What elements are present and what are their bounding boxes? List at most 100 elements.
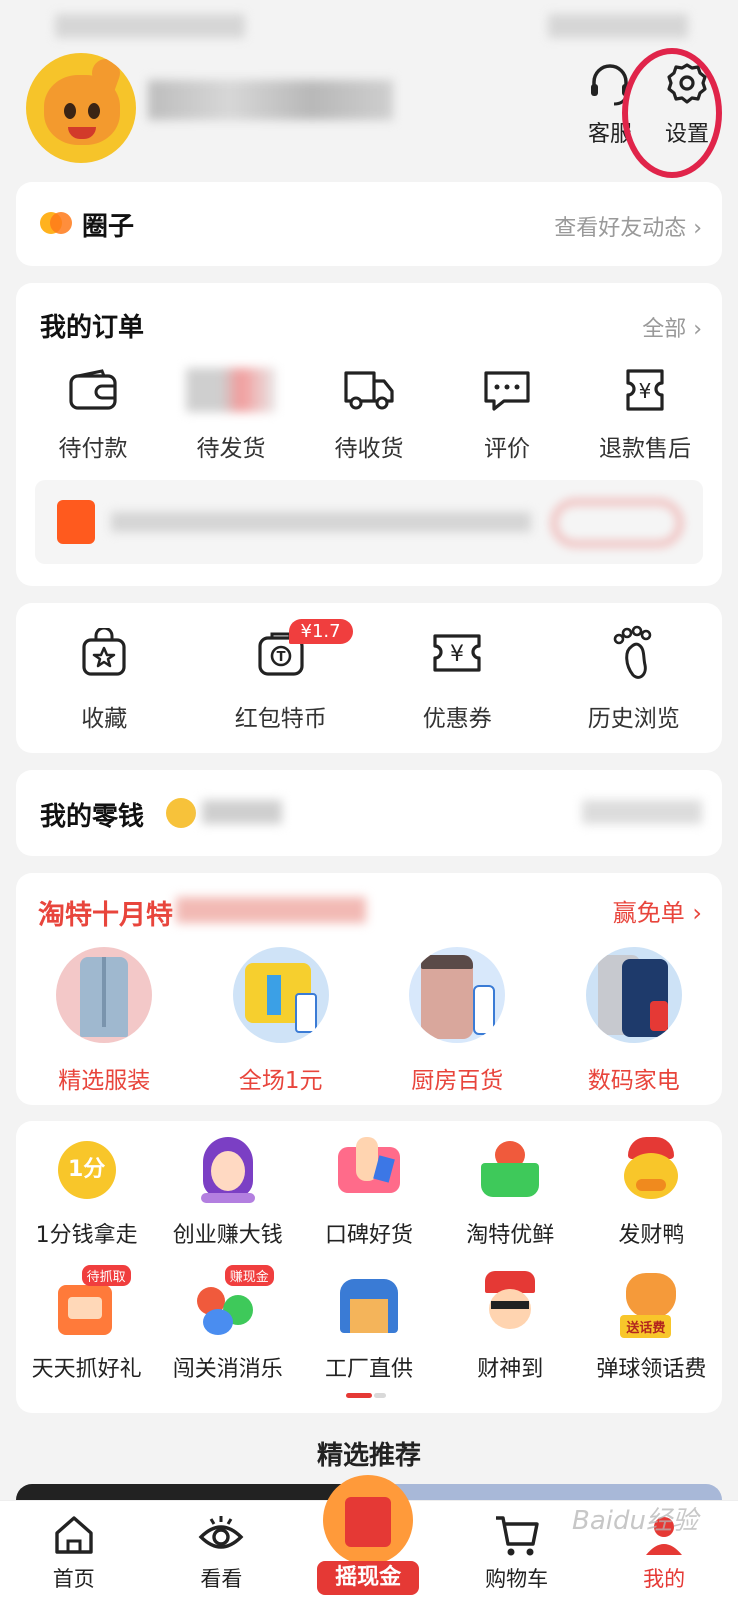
jacket-image — [56, 947, 153, 1043]
cart-icon — [495, 1516, 539, 1556]
baidu-watermark: Baidu经验 — [572, 1506, 698, 1536]
history-button[interactable]: 历史浏览 — [546, 625, 723, 733]
svg-text:T: T — [276, 650, 285, 665]
username-blurred — [148, 80, 393, 120]
activity-fresh[interactable]: 淘特优鲜 — [440, 1137, 581, 1249]
activity-fortune-god[interactable]: 财神到 — [440, 1271, 581, 1383]
svg-text:¥: ¥ — [450, 642, 464, 667]
phone-image — [585, 947, 682, 1043]
order-pending-receipt[interactable]: 待收货 — [300, 365, 438, 463]
orders-all-link[interactable]: 全部 › — [642, 311, 702, 343]
activity-factory-direct[interactable]: 工厂直供 — [298, 1271, 439, 1383]
wallet-right-blurred[interactable] — [582, 800, 702, 824]
order-pending-shipment[interactable]: 待发货 — [162, 365, 300, 463]
promo-title-blurred — [176, 897, 366, 923]
activity-pinball-label: 弹球领话费 — [596, 1357, 707, 1382]
pager-dot — [374, 1393, 386, 1398]
order-pending-payment-label: 待付款 — [58, 436, 128, 462]
wallet-card[interactable]: 我的零钱 — [16, 770, 722, 856]
tab-shake-cash[interactable]: 摇现金 — [295, 1475, 443, 1600]
footprint-icon — [613, 625, 652, 679]
activity-startup[interactable]: 创业赚大钱 — [157, 1137, 298, 1249]
star-bag-icon — [82, 628, 126, 676]
status-bar — [0, 0, 738, 50]
circle-friends-link[interactable]: 查看好友动态 › — [554, 210, 702, 242]
activity-fortune-god-label: 财神到 — [477, 1357, 544, 1382]
activity-match-game[interactable]: 赚现金 闯关消消乐 — [157, 1265, 298, 1383]
tab-shake-cash-label: 摇现金 — [317, 1561, 420, 1595]
coupon-icon: ¥ — [433, 634, 481, 672]
status-bar-left-blurred — [55, 14, 245, 38]
tab-home[interactable]: 首页 — [0, 1501, 148, 1600]
refund-icon: ¥ — [626, 369, 664, 411]
promo-title: 淘特十月特 — [38, 900, 173, 931]
order-status-row: 待付款 待发货 待收货 评价 ¥ 退款售后 — [24, 365, 714, 463]
tools-row: 收藏 ¥1.7 T 红包特币 ¥ 优惠券 历史浏览 — [16, 619, 723, 733]
promo-kitchen[interactable]: 厨房百货 — [369, 947, 546, 1095]
coupons-button[interactable]: ¥ 优惠券 — [369, 625, 546, 733]
orders-card: 我的订单 全部 › 待付款 待发货 待收货 评价 ¥ 退款售后 — [16, 283, 722, 586]
promo-clothing-label: 精选服装 — [58, 1068, 151, 1094]
circle-card[interactable]: 圈子 查看好友动态 › — [16, 182, 722, 266]
fruit-game-icon: 赚现金 — [195, 1265, 274, 1337]
activity-fresh-label: 淘特优鲜 — [466, 1223, 555, 1248]
order-refund-label: 退款售后 — [599, 436, 691, 462]
promo-card: 淘特十月特 赢免单 › 精选服装 全场1元 厨房百货 数码家电 — [16, 873, 722, 1105]
fox-icon: 送话费 — [618, 1271, 684, 1338]
activity-startup-label: 创业赚大钱 — [172, 1223, 283, 1248]
favorites-button[interactable]: 收藏 — [16, 625, 193, 733]
logistics-button-blurred[interactable] — [553, 501, 681, 545]
order-refund[interactable]: ¥ 退款售后 — [576, 365, 714, 463]
tab-watch[interactable]: 看看 — [148, 1501, 296, 1600]
promo-one-yuan[interactable]: 全场1元 — [193, 947, 370, 1095]
blurred-image — [186, 368, 276, 412]
fruit-basket-icon — [477, 1137, 543, 1203]
tshirt-image — [232, 947, 329, 1043]
favorites-label: 收藏 — [81, 706, 128, 732]
activity-good-reviews[interactable]: 口碑好货 — [298, 1137, 439, 1249]
status-bar-right-blurred — [548, 14, 688, 38]
activity-claw-machine[interactable]: 待抓取 天天抓好礼 — [16, 1265, 157, 1383]
activity-lucky-duck[interactable]: 发财鸭 — [581, 1137, 722, 1249]
activity-good-reviews-label: 口碑好货 — [325, 1223, 414, 1248]
circle-title: 圈子 — [82, 212, 135, 242]
avatar[interactable] — [26, 53, 136, 163]
activity-row-2: 待抓取 天天抓好礼 赚现金 闯关消消乐 工厂直供 财神到 送话费 弹球领话费 — [16, 1265, 722, 1383]
wallet-icon — [69, 369, 117, 410]
tools-card: 收藏 ¥1.7 T 红包特币 ¥ 优惠券 历史浏览 — [16, 603, 722, 753]
claw-machine-icon: 待抓取 — [54, 1265, 131, 1337]
activity-match-game-label: 闯关消消乐 — [172, 1357, 283, 1382]
coins-button[interactable]: ¥1.7 T 红包特币 — [193, 619, 370, 733]
order-review-label: 评价 — [484, 436, 530, 462]
tab-cart[interactable]: 购物车 — [443, 1501, 591, 1600]
order-pending-payment[interactable]: 待付款 — [24, 365, 162, 463]
grid-pager — [346, 1393, 386, 1398]
coins-badge: ¥1.7 — [288, 619, 353, 644]
order-review[interactable]: 评价 — [438, 365, 576, 463]
logistics-banner[interactable] — [35, 480, 703, 564]
activity-pinball[interactable]: 送话费 弹球领话费 — [581, 1271, 722, 1383]
chat-icon — [484, 371, 530, 411]
shop-logo-icon — [57, 500, 95, 544]
history-label: 历史浏览 — [587, 706, 680, 732]
game-badge: 赚现金 — [224, 1265, 274, 1286]
promo-digital-label: 数码家电 — [587, 1068, 680, 1094]
avatar-eye — [88, 103, 100, 119]
promo-clothing[interactable]: 精选服装 — [16, 947, 193, 1095]
activity-lucky-duck-label: 发财鸭 — [618, 1223, 685, 1248]
warehouse-icon — [336, 1271, 402, 1337]
pinball-badge: 送话费 — [620, 1315, 672, 1338]
fortune-god-icon — [477, 1271, 543, 1337]
pager-active-dot — [346, 1393, 372, 1398]
free-order-link[interactable]: 赢免单 › — [613, 893, 702, 928]
promo-digital[interactable]: 数码家电 — [546, 947, 723, 1095]
activity-one-cent[interactable]: 1分 1分钱拿走 — [16, 1137, 157, 1249]
girl-avatar-icon — [195, 1137, 261, 1203]
activity-row-1: 1分 1分钱拿走 创业赚大钱 口碑好货 淘特优鲜 发财鸭 — [16, 1137, 722, 1249]
eye-icon — [198, 1516, 244, 1549]
truck-icon — [344, 371, 394, 410]
activity-claw-machine-label: 天天抓好礼 — [31, 1357, 142, 1382]
order-pending-shipment-label: 待发货 — [196, 436, 266, 462]
tab-mine-label: 我的 — [643, 1567, 686, 1591]
activity-one-cent-label: 1分钱拿走 — [35, 1223, 138, 1248]
